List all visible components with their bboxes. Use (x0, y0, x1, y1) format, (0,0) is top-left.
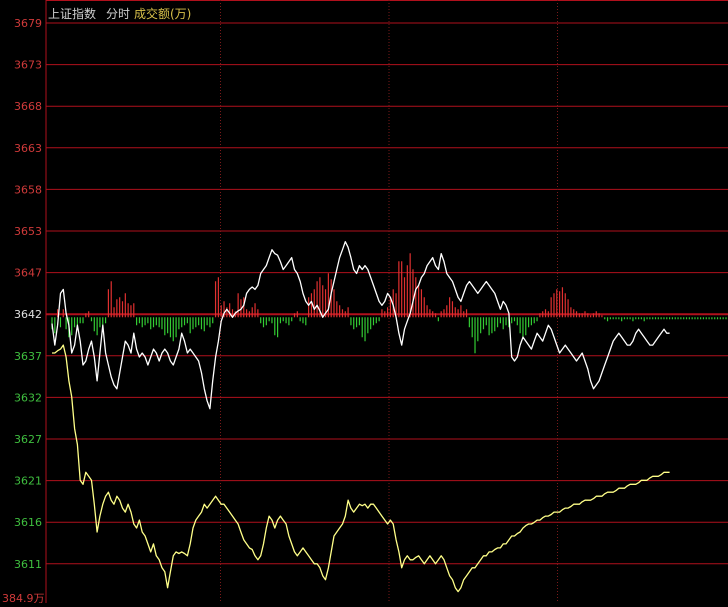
y-tick-label: 3679 (14, 17, 42, 30)
chart-canvas: 3679 3673 3668 3663 3658 3653 3647 3642 3637 3632… (0, 0, 728, 605)
y-tick-label: 3611 (14, 558, 42, 571)
y-tick-label: 3616 (14, 516, 42, 529)
y-tick-label: 3627 (14, 433, 42, 446)
y-tick-label: 3632 (14, 391, 42, 404)
y-tick-label: 3637 (14, 350, 42, 363)
volume-series-label: 成交额(万) (134, 7, 192, 21)
y-tick-label: 3642 (14, 308, 42, 321)
y-tick-label: 3653 (14, 225, 42, 238)
y-tick-label: 3663 (14, 142, 42, 155)
y-tick-label: 3668 (14, 100, 42, 113)
y-tick-label: 3647 (14, 267, 42, 280)
y-tick-label: 3621 (14, 475, 42, 488)
y-tick-label: 3658 (14, 183, 42, 196)
chart-background (0, 0, 728, 603)
volume-scale-label: 384.9万 (2, 592, 45, 603)
y-tick-label: 3673 (14, 59, 42, 72)
index-title: 上证指数 (48, 7, 97, 21)
intraday-chart: 3679 3673 3668 3663 3658 3653 3647 3642 3637 3632… (0, 0, 728, 605)
chart-mode-label[interactable]: 分时 (106, 5, 130, 22)
